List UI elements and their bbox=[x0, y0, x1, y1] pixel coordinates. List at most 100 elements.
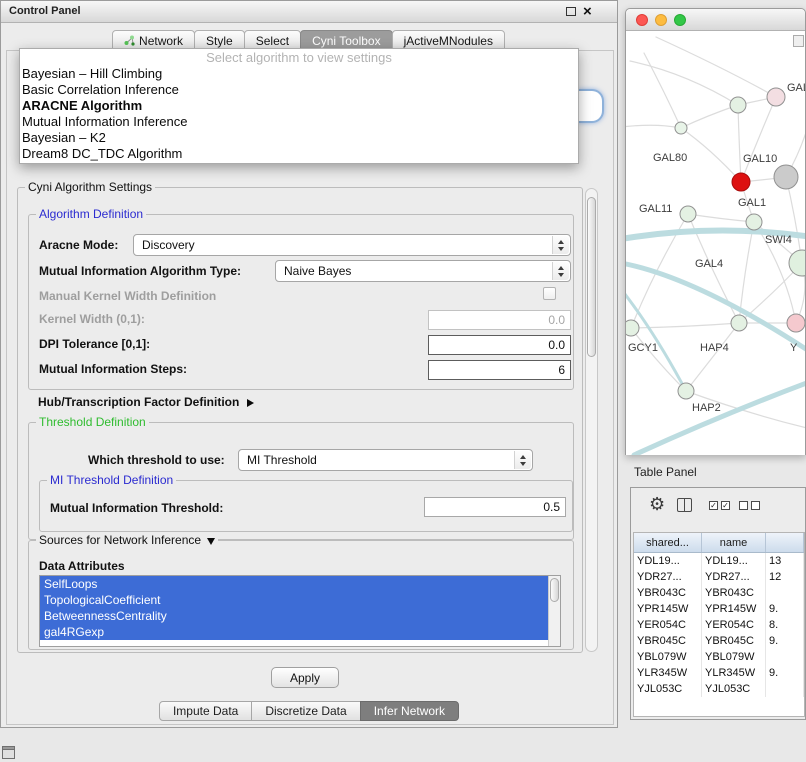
mi-threshold-definition-group: MI Threshold Definition Mutual Informati… bbox=[39, 480, 573, 532]
scrollbar-stub[interactable] bbox=[793, 35, 804, 47]
network-node-green-1[interactable] bbox=[730, 97, 746, 113]
network-window-titlebar[interactable] bbox=[626, 9, 805, 31]
scrollbar-thumb[interactable] bbox=[550, 578, 559, 602]
network-edge-highlighted[interactable] bbox=[626, 289, 686, 391]
algorithm-option-bayesian-k2[interactable]: Bayesian – K2 bbox=[20, 130, 578, 146]
algorithm-option-mutual-information-inference[interactable]: Mutual Information Inference bbox=[20, 114, 578, 130]
show-columns-icon[interactable] bbox=[677, 498, 692, 512]
network-node-green-2[interactable] bbox=[675, 122, 687, 134]
close-traffic-light-icon[interactable] bbox=[636, 14, 648, 26]
table-row[interactable]: YBR045CYBR045C9. bbox=[634, 633, 804, 649]
mi-threshold-definition-title: MI Threshold Definition bbox=[47, 473, 176, 487]
table-cell: YJL053C bbox=[634, 681, 702, 697]
network-node-green-8[interactable] bbox=[678, 383, 694, 399]
network-edge[interactable] bbox=[738, 105, 741, 182]
mi-threshold-input[interactable]: 0.5 bbox=[424, 497, 566, 517]
float-window-icon[interactable] bbox=[566, 7, 576, 16]
network-node-gray-hub[interactable] bbox=[774, 165, 798, 189]
column-header-shared[interactable]: shared... bbox=[634, 533, 702, 552]
algorithm-option-bayesian-hill-climbing[interactable]: Bayesian – Hill Climbing bbox=[20, 66, 578, 82]
node-table: shared...name YDL19...YDL19...13YDR27...… bbox=[633, 532, 805, 717]
table-row[interactable]: YDR27...YDR27...12 bbox=[634, 569, 804, 585]
mi-type-label: Mutual Information Algorithm Type: bbox=[39, 264, 241, 278]
close-icon[interactable]: × bbox=[583, 2, 592, 22]
aracne-mode-select[interactable]: Discovery bbox=[133, 234, 571, 256]
network-edge[interactable] bbox=[688, 214, 754, 222]
apply-button[interactable]: Apply bbox=[271, 667, 339, 688]
algorithm-option-aracne-algorithm[interactable]: ARACNE Algorithm bbox=[20, 98, 578, 114]
table-row[interactable]: YBL079WYBL079W bbox=[634, 649, 804, 665]
sources-title: Sources for Network Inference bbox=[39, 533, 201, 547]
network-node-pink-2[interactable] bbox=[787, 314, 805, 332]
network-edge[interactable] bbox=[686, 323, 739, 391]
network-edge[interactable] bbox=[681, 105, 738, 128]
table-cell: YLR345W bbox=[634, 665, 702, 681]
table-row[interactable]: YDL19...YDL19...13 bbox=[634, 553, 804, 569]
hub-definition-expander[interactable]: Hub/Transcription Factor Definition bbox=[38, 395, 254, 409]
dpi-tolerance-label: DPI Tolerance [0,1]: bbox=[39, 337, 150, 351]
table-row[interactable]: YJL053CYJL053C bbox=[634, 681, 804, 697]
mi-steps-input[interactable]: 6 bbox=[428, 360, 571, 380]
network-node-red-gal10[interactable] bbox=[732, 173, 750, 191]
algorithm-option-dream8-dc-tdc-algorithm[interactable]: Dream8 DC_TDC Algorithm bbox=[20, 146, 578, 162]
tab-label: Style bbox=[206, 34, 233, 48]
table-row[interactable]: YLR345WYLR345W9. bbox=[634, 665, 804, 681]
table-row[interactable]: YBR043CYBR043C bbox=[634, 585, 804, 601]
network-node-green-4[interactable] bbox=[746, 214, 762, 230]
table-cell: YDR27... bbox=[702, 569, 766, 585]
mi-type-select[interactable]: Naive Bayes bbox=[275, 260, 571, 282]
network-node-green-6[interactable] bbox=[731, 315, 747, 331]
zoom-traffic-light-icon[interactable] bbox=[674, 14, 686, 26]
column-header-extra[interactable] bbox=[766, 533, 804, 552]
sources-expander[interactable]: Sources for Network Inference bbox=[36, 533, 218, 547]
settings-scrollbar-thumb[interactable] bbox=[587, 197, 596, 357]
algorithm-option-basic-correlation-inference[interactable]: Basic Correlation Inference bbox=[20, 82, 578, 98]
aracne-mode-value: Discovery bbox=[142, 238, 195, 252]
node-label-gcy1: GCY1 bbox=[628, 342, 658, 354]
bottom-tab-infer-network[interactable]: Infer Network bbox=[360, 701, 459, 721]
table-row[interactable]: YER054CYER054C8. bbox=[634, 617, 804, 633]
minimize-traffic-light-icon[interactable] bbox=[655, 14, 667, 26]
aracne-mode-label: Aracne Mode: bbox=[39, 238, 118, 252]
bottom-tab-impute-data[interactable]: Impute Data bbox=[159, 701, 252, 721]
table-cell: YPR145W bbox=[702, 601, 766, 617]
bottom-tab-discretize-data[interactable]: Discretize Data bbox=[251, 701, 360, 721]
network-node-green-7[interactable] bbox=[626, 320, 639, 336]
attributes-scrollbar[interactable] bbox=[548, 576, 560, 646]
network-edge[interactable] bbox=[741, 97, 776, 182]
network-edge[interactable] bbox=[626, 125, 681, 128]
network-node-pink-top[interactable] bbox=[767, 88, 785, 106]
network-canvas[interactable]: GALGAL80GAL10GAL11GAL1SWI4GAL4GCY1HAP4YH… bbox=[626, 31, 805, 455]
node-label-swi4: SWI4 bbox=[765, 234, 792, 246]
gear-icon[interactable]: ⚙ bbox=[649, 494, 665, 515]
attribute-gal4rgexp[interactable]: gal4RGexp bbox=[40, 624, 548, 640]
data-attributes-listbox[interactable]: SelfLoopsTopologicalCoefficientBetweenne… bbox=[39, 575, 561, 647]
network-edge[interactable] bbox=[631, 328, 686, 391]
sources-group: Sources for Network Inference Data Attri… bbox=[28, 540, 574, 650]
table-cell: 9. bbox=[766, 633, 804, 649]
table-cell: YBR043C bbox=[634, 585, 702, 601]
network-edge[interactable] bbox=[630, 61, 738, 105]
network-edge[interactable] bbox=[644, 53, 681, 128]
panel-corner-icon[interactable] bbox=[2, 746, 15, 759]
manual-kernel-checkbox[interactable] bbox=[543, 287, 556, 300]
dpi-tolerance-input[interactable]: 0.0 bbox=[428, 335, 571, 355]
network-edge[interactable] bbox=[656, 37, 776, 97]
which-threshold-select[interactable]: MI Threshold bbox=[238, 449, 533, 471]
settings-scrollbar[interactable] bbox=[585, 188, 598, 652]
deselect-all-columns-icon[interactable] bbox=[739, 501, 760, 510]
network-edge-highlighted[interactable] bbox=[634, 381, 805, 455]
control-panel-window: Control Panel × NetworkStyleSelectCyni T… bbox=[0, 0, 618, 728]
attribute-selfloops[interactable]: SelfLoops bbox=[40, 576, 548, 592]
control-panel-titlebar[interactable]: Control Panel × bbox=[1, 1, 617, 23]
combo-arrows-icon bbox=[552, 236, 569, 254]
table-row[interactable]: YPR145WYPR145W9. bbox=[634, 601, 804, 617]
network-node-green-3[interactable] bbox=[680, 206, 696, 222]
column-header-name[interactable]: name bbox=[702, 533, 766, 552]
select-all-columns-icon[interactable]: ✓✓ bbox=[709, 501, 730, 510]
kernel-width-input[interactable]: 0.0 bbox=[428, 310, 571, 330]
network-edge[interactable] bbox=[681, 128, 741, 182]
attribute-betweennesscentrality[interactable]: BetweennessCentrality bbox=[40, 608, 548, 624]
attribute-topologicalcoefficient[interactable]: TopologicalCoefficient bbox=[40, 592, 548, 608]
mi-threshold-label: Mutual Information Threshold: bbox=[50, 501, 223, 515]
